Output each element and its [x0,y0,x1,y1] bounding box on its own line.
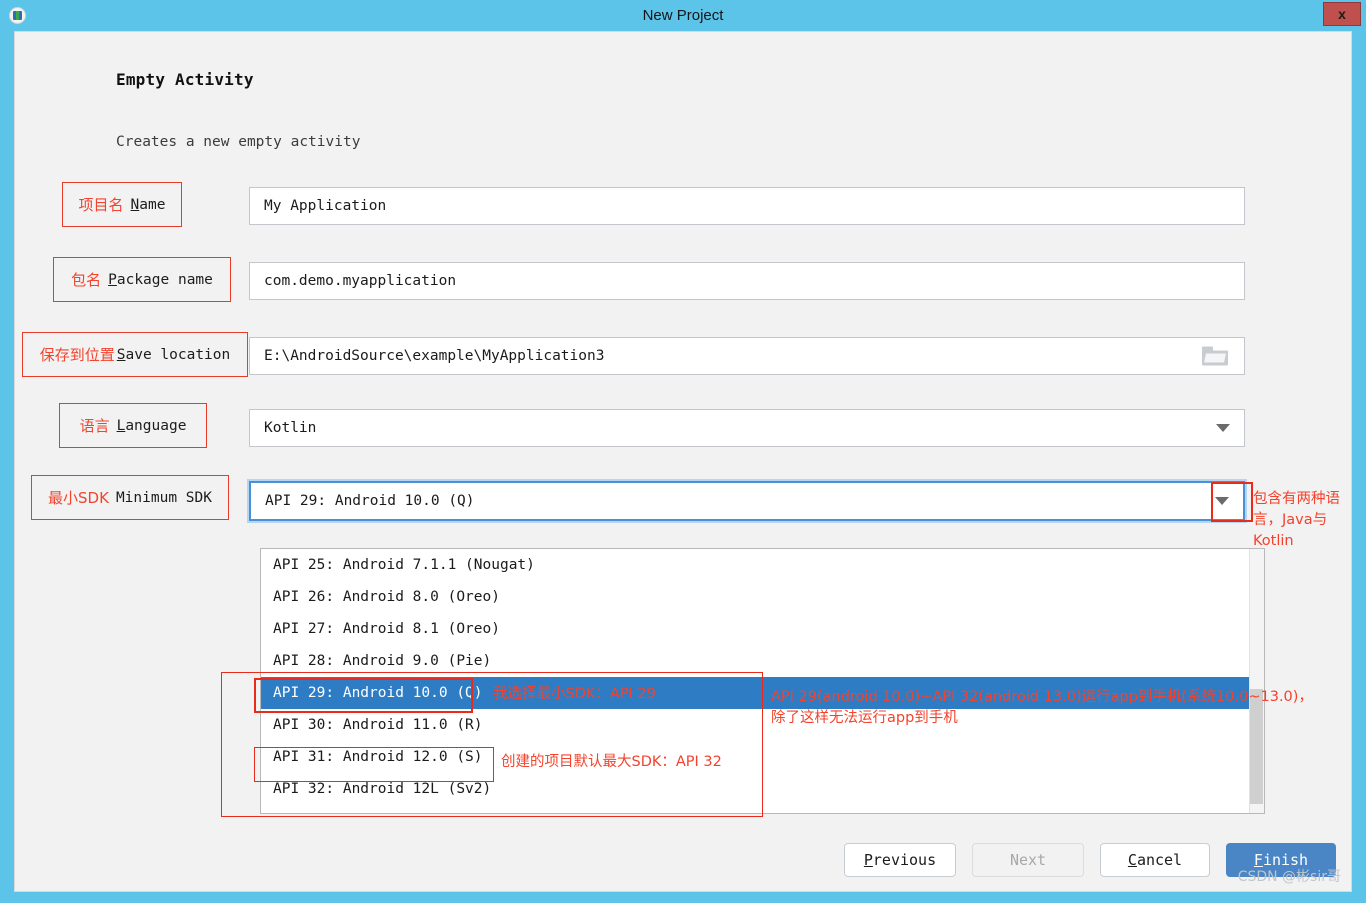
label-en-minsdk: Minimum SDK [115,489,212,506]
label-cn-language: 语言 [79,417,110,435]
minimum-sdk-dropdown-list[interactable]: API 25: Android 7.1.1 (Nougat) API 26: A… [260,548,1265,814]
name-input[interactable]: My Application [249,187,1245,225]
save-location-input[interactable]: E:\AndroidSource\example\MyApplication3 [249,337,1245,375]
chevron-down-icon-minimum-sdk[interactable] [1215,497,1229,505]
label-en-save: Save location [116,346,231,363]
label-cn-name: 项目名 [78,196,124,214]
dropdown-item[interactable]: API 32: Android 12L (Sv2) [261,773,1264,805]
annotation-run-range-note: API 29(android 10.0)~API 32(android 13.0… [771,689,1313,726]
window-title: New Project [642,7,724,24]
label-box-package-name: 包名 Package name [53,257,231,302]
dropdown-item[interactable]: API 27: Android 8.1 (Oreo) [261,613,1264,645]
close-button[interactable]: x [1323,2,1361,26]
label-cn-save: 保存到位置 [39,346,115,364]
minimum-sdk-value: API 29: Android 10.0 (Q) [265,493,475,509]
minimum-sdk-combo[interactable]: API 29: Android 10.0 (Q) [249,481,1245,521]
next-button: Next [972,843,1084,877]
label-en-language: Language [116,417,187,434]
dropdown-item[interactable]: API 31: Android 12.0 (S) [261,741,1264,773]
annotation-max-sdk-note: 创建的项目默认最大SDK：API 32 [501,754,722,770]
annotation-language-note: 包含有两种语 言，Java与 Kotlin [1253,491,1340,549]
label-box-save-location: 保存到位置 Save location [22,332,248,377]
window-titlebar: New Project x [0,0,1366,31]
folder-icon[interactable] [1202,346,1228,366]
dropdown-item[interactable]: API 26: Android 8.0 (Oreo) [261,581,1264,613]
watermark: CSDN @彬sir哥 [1237,869,1341,885]
language-value: Kotlin [264,420,317,436]
page-title: Empty Activity [116,70,254,89]
label-box-minimum-sdk: 最小SDK Minimum SDK [31,475,229,520]
dropdown-item[interactable]: API 25: Android 7.1.1 (Nougat) [261,549,1264,581]
language-combo[interactable]: Kotlin [249,409,1245,447]
label-box-language: 语言 Language [59,403,207,448]
cancel-button[interactable]: Cancel [1100,843,1210,877]
label-cn-package: 包名 [71,271,102,289]
new-project-dialog: Empty Activity Creates a new empty activ… [14,31,1352,892]
label-en-name: Name [130,196,166,213]
package-name-input[interactable]: com.demo.myapplication [249,262,1245,300]
dropdown-item[interactable]: API 28: Android 9.0 (Pie) [261,645,1264,677]
label-en-package: Package name [108,271,213,288]
folder-icon-notch [1204,353,1226,363]
page-description: Creates a new empty activity [116,134,361,150]
previous-button[interactable]: Previous [844,843,956,877]
dropdown-scrollbar-track[interactable] [1249,549,1264,813]
label-cn-minsdk: 最小SDK [48,489,109,507]
save-location-value: E:\AndroidSource\example\MyApplication3 [264,348,605,364]
chevron-down-icon-language[interactable] [1216,424,1230,432]
annotation-selected-note: 我选择最小SDK：API 29 [493,686,656,702]
label-box-name: 项目名 Name [62,182,182,227]
